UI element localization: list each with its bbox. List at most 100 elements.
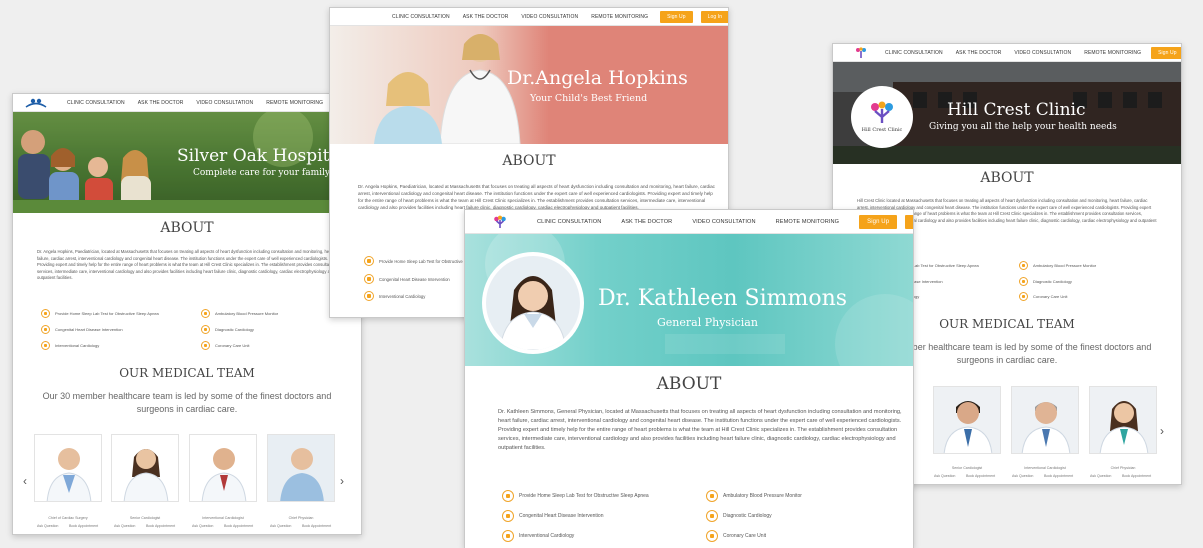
feature-icon xyxy=(41,325,50,334)
feature-icon xyxy=(41,341,50,350)
feature-item: Ambulatory Blood Pressure Monitor xyxy=(1019,261,1096,270)
kathleen-simmons-card: CLINIC CONSULTATION ASK THE DOCTOR VIDEO… xyxy=(464,209,914,548)
doctor-role: Interventional Cardiologist xyxy=(1024,466,1066,470)
nav-clinic-consultation[interactable]: CLINIC CONSULTATION xyxy=(537,219,601,225)
nav-clinic-consultation[interactable]: CLINIC CONSULTATION xyxy=(67,100,125,106)
feature-icon xyxy=(706,490,718,502)
doctor-card[interactable] xyxy=(1089,386,1157,454)
nav-ask-the-doctor[interactable]: ASK THE DOCTOR xyxy=(138,100,184,106)
nav-ask-the-doctor[interactable]: ASK THE DOCTOR xyxy=(621,219,672,225)
nav-clinic-consultation[interactable]: CLINIC CONSULTATION xyxy=(885,50,943,56)
feature-icon xyxy=(706,530,718,542)
ask-question-link[interactable]: Ask Question xyxy=(934,474,955,478)
nav-video-consultation[interactable]: VIDEO CONSULTATION xyxy=(692,219,755,225)
about-text: Dr. Kathleen Simmons, General Physician,… xyxy=(498,409,902,451)
hill-hero: Hill Crest Clinic Hill Crest Clinic Givi… xyxy=(833,62,1181,164)
feature-item: Interventional Cardiology xyxy=(41,341,99,350)
ask-question-link[interactable]: Ask Question xyxy=(37,524,58,528)
signup-button[interactable]: Sign Up xyxy=(1151,46,1181,59)
feature-item: Coronary Care Unit xyxy=(706,530,766,542)
feature-item: Provide Home Sleep Lab Test for Obstruct… xyxy=(502,490,649,502)
doctor-role: Chief Physician xyxy=(1110,466,1136,470)
silver-logo-icon[interactable] xyxy=(25,98,47,108)
book-appointment-link[interactable]: Book Appointment xyxy=(1044,474,1073,478)
doctor-role: Chief of Cardiac Surgery xyxy=(48,516,88,520)
doctor-card[interactable] xyxy=(1011,386,1079,454)
carousel-next-arrow[interactable]: › xyxy=(340,474,344,488)
hero-title: Silver Oak Hospital xyxy=(177,146,345,166)
feature-icon xyxy=(201,309,210,318)
nav-video-consultation[interactable]: VIDEO CONSULTATION xyxy=(1014,50,1071,56)
ask-question-link[interactable]: Ask Question xyxy=(114,524,135,528)
carousel-next-arrow[interactable]: › xyxy=(1160,424,1164,438)
feature-item: Ambulatory Blood Pressure Monitor xyxy=(706,490,802,502)
about-heading: ABOUT xyxy=(502,153,556,169)
nav-remote-monitoring[interactable]: REMOTE MONITORING xyxy=(1084,50,1141,56)
feature-icon xyxy=(502,490,514,502)
hill-nav: CLINIC CONSULTATION ASK THE DOCTOR VIDEO… xyxy=(833,44,1181,62)
team-heading: OUR MEDICAL TEAM xyxy=(119,366,255,380)
angela-hero: Dr.Angela Hopkins Your Child's Best Frie… xyxy=(330,26,728,144)
silver-oak-card: CLINIC CONSULTATION ASK THE DOCTOR VIDEO… xyxy=(12,93,362,535)
feature-icon xyxy=(1019,277,1028,286)
feature-item: Diagnostic Cardiology xyxy=(1019,277,1072,286)
hero-subtitle: Giving you all the help your health need… xyxy=(929,122,1117,132)
book-appointment-link[interactable]: Book Appointment xyxy=(302,524,331,528)
carousel-prev-arrow[interactable]: ‹ xyxy=(23,474,27,488)
feature-item: Interventional Cardiology xyxy=(364,291,425,301)
book-appointment-link[interactable]: Book Appointment xyxy=(966,474,995,478)
nav-ask-the-doctor[interactable]: ASK THE DOCTOR xyxy=(956,50,1002,56)
ask-question-link[interactable]: Ask Question xyxy=(270,524,291,528)
feature-icon xyxy=(1019,292,1028,301)
book-appointment-link[interactable]: Book Appointment xyxy=(146,524,175,528)
about-text: Dr. Angela Hopkins, Paediatrician, locat… xyxy=(37,249,336,280)
feature-icon xyxy=(364,274,374,284)
doctor-card[interactable] xyxy=(189,434,257,502)
feature-icon xyxy=(201,341,210,350)
nav-video-consultation[interactable]: VIDEO CONSULTATION xyxy=(196,100,253,106)
nav-remote-monitoring[interactable]: REMOTE MONITORING xyxy=(266,100,323,106)
signup-button[interactable]: Sign Up xyxy=(859,214,898,229)
hero-subtitle: Your Child's Best Friend xyxy=(530,93,648,104)
hero-title: Hill Crest Clinic xyxy=(947,100,1086,120)
doctor-card[interactable] xyxy=(267,434,335,502)
hill-logo-icon[interactable] xyxy=(855,46,867,59)
nav-video-consultation[interactable]: VIDEO CONSULTATION xyxy=(521,14,578,20)
feature-item: Congenital Heart Disease Intervention xyxy=(364,274,450,284)
ask-question-link[interactable]: Ask Question xyxy=(192,524,213,528)
feature-icon xyxy=(706,510,718,522)
about-heading: ABOUT xyxy=(980,170,1034,186)
book-appointment-link[interactable]: Book Appointment xyxy=(224,524,253,528)
doctor-card[interactable] xyxy=(111,434,179,502)
nav-ask-the-doctor[interactable]: ASK THE DOCTOR xyxy=(463,14,509,20)
book-appointment-link[interactable]: Book Appointment xyxy=(69,524,98,528)
silver-hero: Silver Oak Hospital Complete care for yo… xyxy=(13,112,361,213)
nav-remote-monitoring[interactable]: REMOTE MONITORING xyxy=(591,14,648,20)
feature-item: Diagnostic Cardiology xyxy=(201,325,254,334)
doctor-card[interactable] xyxy=(34,434,102,502)
signup-button[interactable]: Sign Up xyxy=(660,10,693,23)
book-appointment-link[interactable]: Book Appointment xyxy=(1122,474,1151,478)
doctor-role: Interventional Cardiologist xyxy=(202,516,244,520)
hero-title: Dr.Angela Hopkins xyxy=(507,67,688,89)
doctor-card[interactable] xyxy=(933,386,1001,454)
feature-item: Congenital Heart Disease Intervention xyxy=(41,325,123,334)
login-button[interactable]: Log In xyxy=(905,214,913,229)
doctor-role: Chief Physician xyxy=(288,516,314,520)
hill-crest-logo-icon xyxy=(871,101,893,123)
hill-logo-circle: Hill Crest Clinic xyxy=(851,86,913,148)
nav-clinic-consultation[interactable]: CLINIC CONSULTATION xyxy=(392,14,450,20)
ask-question-link[interactable]: Ask Question xyxy=(1012,474,1033,478)
hero-subtitle: General Physician xyxy=(657,316,758,329)
feature-item: Diagnostic Cardiology xyxy=(706,510,772,522)
feature-item: Coronary Care Unit xyxy=(1019,292,1067,301)
login-button[interactable]: Log In xyxy=(700,10,728,23)
nav-remote-monitoring[interactable]: REMOTE MONITORING xyxy=(776,219,839,225)
doctor-avatar xyxy=(482,252,584,354)
doctor-role: Senior Cardiologist xyxy=(951,466,983,470)
kathleen-logo-icon[interactable] xyxy=(493,215,507,229)
hero-title: Dr. Kathleen Simmons xyxy=(598,286,848,311)
feature-item: Ambulatory Blood Pressure Monitor xyxy=(201,309,278,318)
kathleen-photo xyxy=(486,256,580,350)
ask-question-link[interactable]: Ask Question xyxy=(1090,474,1111,478)
